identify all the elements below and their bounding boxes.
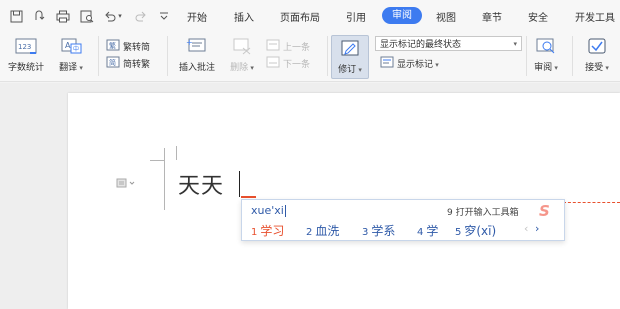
show-markup-button[interactable]: 显示标记 ▾: [380, 56, 439, 71]
candidate-number: 5: [455, 227, 462, 238]
show-markup-label: 显示标记 ▾: [397, 60, 439, 70]
ime-caret: [285, 205, 286, 217]
margin-guide: [164, 148, 165, 210]
insert-comment-label: 插入批注: [178, 63, 215, 73]
svg-text:A: A: [65, 41, 71, 50]
ime-candidate[interactable]: 4学: [417, 222, 438, 239]
print-icon[interactable]: [55, 8, 71, 24]
next-comment-icon: [266, 56, 280, 71]
svg-text:繁: 繁: [109, 41, 116, 50]
menu-bar: ▾ 开始 插入 页面布局 引用 审阅 视图 章节 安全 开发工具: [0, 0, 620, 32]
tab-developer[interactable]: 开发工具: [575, 9, 615, 24]
svg-text:+: +: [186, 38, 193, 47]
trad-to-simp-button[interactable]: 繁 繁转简: [106, 39, 150, 54]
svg-text:简: 简: [109, 58, 116, 67]
ime-toolbox-link[interactable]: 9 打开输入工具箱: [447, 205, 519, 218]
candidate-text: 学: [426, 224, 439, 238]
tab-page-layout[interactable]: 页面布局: [280, 9, 320, 24]
ime-candidate[interactable]: 5 穸(xī): [455, 222, 496, 239]
track-changes-label: 修订 ▾: [338, 65, 362, 75]
redo-history-icon[interactable]: [32, 8, 48, 24]
tab-security[interactable]: 安全: [528, 9, 548, 24]
ribbon-separator: [98, 36, 99, 76]
candidate-text: 穸(xī): [464, 224, 497, 238]
ribbon-separator: [526, 36, 527, 76]
ime-candidate[interactable]: 1 学习: [251, 222, 284, 239]
simp-to-trad-icon: 简: [106, 56, 120, 71]
undo-dropdown-icon[interactable]: ▾: [116, 8, 124, 24]
candidate-text: 学习: [260, 224, 285, 238]
markup-mode-value: 显示标记的最终状态: [380, 40, 462, 50]
tab-references[interactable]: 引用: [346, 9, 366, 24]
track-changes-button[interactable]: 修订 ▾: [331, 35, 369, 79]
candidate-text: 学系: [371, 224, 396, 238]
previous-comment-button[interactable]: 上一条: [266, 39, 310, 54]
chevron-down-icon: ▾: [513, 39, 517, 48]
candidate-number: 3: [362, 227, 369, 238]
ime-pinyin-input: xue'xi: [251, 204, 284, 217]
revision-line: [563, 202, 620, 203]
delete-comment-icon: [231, 37, 253, 58]
redo-icon[interactable]: [132, 8, 148, 24]
svg-text:中: 中: [73, 45, 79, 53]
candidate-number: 1: [251, 227, 258, 238]
tab-view[interactable]: 视图: [436, 9, 456, 24]
show-markup-icon: [380, 56, 394, 71]
svg-text:123: 123: [18, 43, 31, 51]
simp-to-trad-button[interactable]: 简 简转繁: [106, 56, 150, 71]
track-changes-icon: [340, 39, 360, 60]
candidate-number: 4: [417, 227, 424, 238]
word-count-label: 字数统计: [7, 63, 44, 73]
translate-label: 翻译 ▾: [59, 63, 83, 73]
tab-insert[interactable]: 插入: [234, 9, 254, 24]
word-count-icon: 123: [14, 37, 38, 58]
print-preview-icon[interactable]: [79, 8, 95, 24]
ime-next-page-icon[interactable]: ›: [535, 222, 539, 235]
trad-to-simp-label: 繁转简: [123, 43, 151, 53]
margin-guide: [150, 160, 164, 161]
ime-candidate-window: xue'xi 9 打开输入工具箱 S 1 学习 2 血洗 3 学系 4学 5 穸(xī)…: [241, 199, 565, 241]
ribbon: 123 字数统计 A中 翻译 ▾ 繁 繁转简 简 简转繁 + 插入批注 删除 ▾…: [0, 32, 620, 82]
word-count-button[interactable]: 123 字数统计: [4, 37, 48, 73]
tab-review[interactable]: 审阅: [382, 7, 422, 24]
text-cursor: [239, 171, 240, 197]
composition-underline: [241, 196, 256, 198]
ime-prev-page-icon[interactable]: ‹: [524, 222, 528, 235]
translate-button[interactable]: A中 翻译 ▾: [54, 37, 88, 73]
document-text[interactable]: 天天: [178, 168, 224, 200]
accept-icon: [586, 37, 608, 58]
tab-chapter[interactable]: 章节: [482, 9, 502, 24]
previous-comment-icon: [266, 39, 280, 54]
ribbon-separator: [572, 36, 573, 76]
next-comment-button[interactable]: 下一条: [266, 56, 310, 71]
ime-candidate[interactable]: 3 学系: [362, 222, 395, 239]
margin-guide: [176, 146, 177, 160]
ime-logo-icon: S: [539, 202, 550, 220]
previous-label: 上一条: [283, 43, 311, 53]
customize-icon[interactable]: [156, 8, 172, 24]
candidate-text: 血洗: [315, 224, 340, 238]
tab-home[interactable]: 开始: [187, 9, 207, 24]
paragraph-handle-icon[interactable]: [116, 178, 136, 191]
delete-comment-button[interactable]: 删除 ▾: [226, 37, 258, 73]
review-icon: [535, 37, 557, 58]
delete-label: 删除 ▾: [230, 63, 254, 73]
accept-label: 接受 ▾: [585, 63, 609, 73]
next-label: 下一条: [283, 60, 311, 70]
comment-icon: +: [185, 37, 209, 58]
insert-comment-button[interactable]: + 插入批注: [172, 37, 222, 73]
translate-icon: A中: [59, 37, 83, 58]
ribbon-separator: [327, 36, 328, 76]
candidate-number: 2: [306, 227, 313, 238]
ime-candidate[interactable]: 2 血洗: [306, 222, 339, 239]
review-label: 审阅 ▾: [534, 63, 558, 73]
simp-to-trad-label: 简转繁: [123, 60, 151, 70]
markup-mode-select[interactable]: 显示标记的最终状态 ▾: [375, 36, 522, 51]
save-icon[interactable]: [8, 8, 24, 24]
ribbon-separator: [167, 36, 168, 76]
trad-to-simp-icon: 繁: [106, 39, 120, 54]
accept-button[interactable]: 接受 ▾: [580, 37, 614, 73]
review-button[interactable]: 审阅 ▾: [530, 37, 562, 73]
